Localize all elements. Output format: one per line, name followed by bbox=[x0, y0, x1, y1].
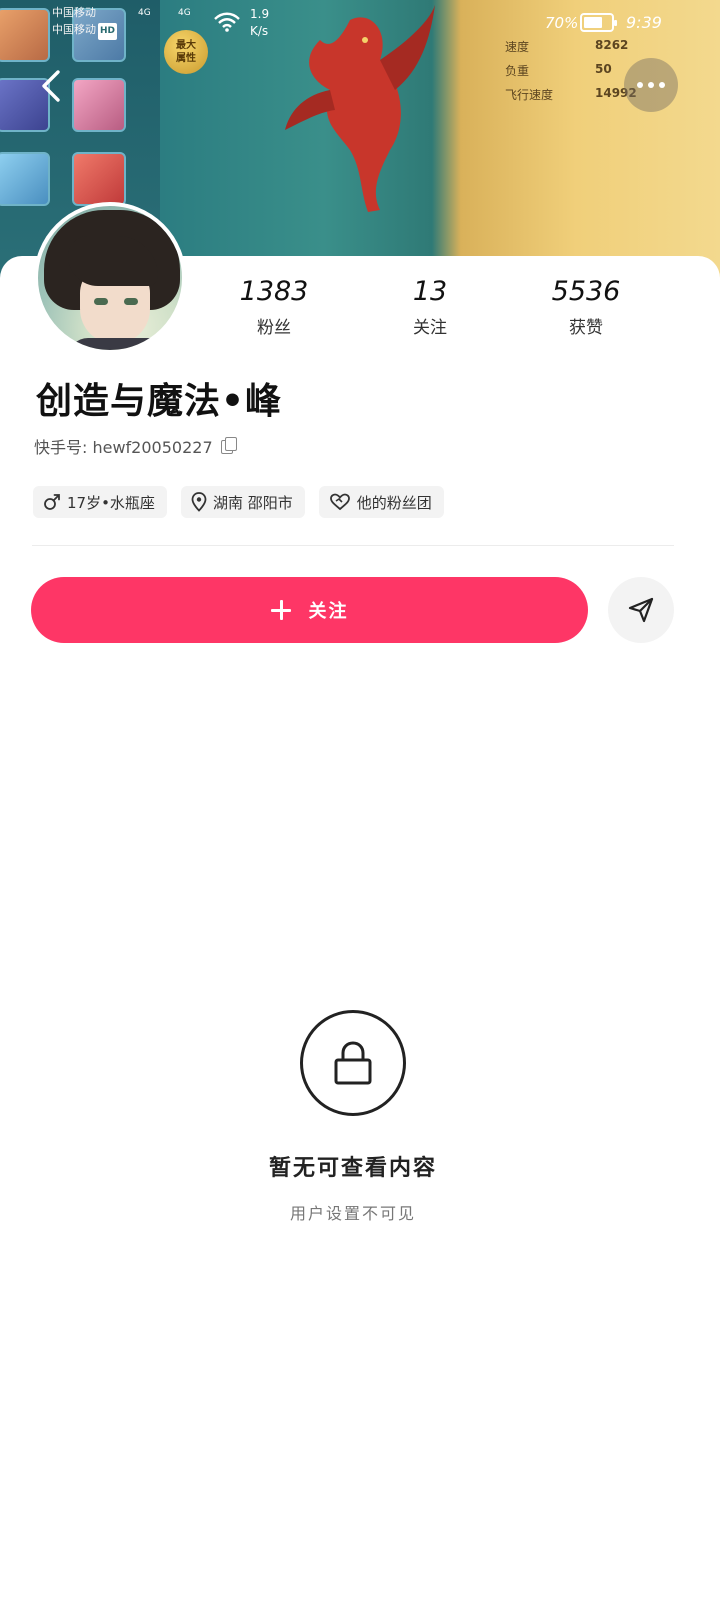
cover-badge-text: 属性 bbox=[176, 53, 196, 64]
location-text: 湖南 邵阳市 bbox=[212, 493, 293, 512]
profile-stats: 1383 粉丝 13 关注 5536 获赞 bbox=[214, 275, 694, 345]
profile-tags: 17岁•水瓶座 湖南 邵阳市 他的粉丝团 bbox=[33, 486, 444, 518]
age-zodiac-text: 17岁•水瓶座 bbox=[67, 493, 155, 512]
send-message-button[interactable] bbox=[608, 577, 674, 643]
avatar-eye bbox=[124, 298, 138, 305]
fans-stat[interactable]: 1383 粉丝 bbox=[214, 275, 334, 338]
location-tag: 湖南 邵阳市 bbox=[180, 486, 305, 518]
kwai-id: 快手号: hewf20050227 bbox=[34, 438, 213, 457]
battery-icon bbox=[580, 13, 617, 32]
lock-icon bbox=[334, 1041, 372, 1085]
copy-icon[interactable] bbox=[220, 437, 237, 455]
net-speed-unit: K/s bbox=[250, 24, 269, 38]
male-icon bbox=[44, 494, 60, 510]
clock: 9:39 bbox=[626, 13, 662, 32]
hd-badge: HD bbox=[98, 23, 118, 40]
avatar[interactable] bbox=[34, 202, 186, 354]
location-pin-icon bbox=[191, 492, 207, 512]
cover-tile bbox=[72, 152, 126, 206]
fan-group-tag[interactable]: 他的粉丝团 bbox=[318, 486, 444, 518]
divider bbox=[32, 545, 674, 546]
cover-stat: 飞行速度 14992 bbox=[505, 86, 637, 102]
follow-button[interactable]: 关注 bbox=[31, 577, 588, 643]
battery-percent: 70% bbox=[545, 14, 579, 32]
more-options-button[interactable] bbox=[624, 58, 678, 112]
net-speed-value: 1.9 bbox=[250, 7, 270, 21]
empty-state-subtitle: 用户设置不可见 bbox=[289, 1204, 416, 1223]
cover-tile bbox=[72, 78, 126, 132]
avatar-eye bbox=[94, 298, 108, 305]
likes-count: 5536 bbox=[551, 276, 621, 307]
status-bar: 中国移动 中国移动 HD 4G 4G 1.9 K/s 70% 9:39 bbox=[0, 0, 720, 46]
fan-group-text: 他的粉丝团 bbox=[356, 493, 432, 512]
wifi-icon bbox=[214, 12, 240, 32]
battery-fill bbox=[584, 17, 603, 28]
network-type: 4G bbox=[178, 8, 191, 18]
more-dot-icon bbox=[648, 82, 654, 88]
net-speed: 1.9 K/s bbox=[250, 6, 269, 40]
lock-circle bbox=[300, 1010, 406, 1116]
carrier-info: 中国移动 中国移动 HD bbox=[52, 4, 118, 40]
likes-label: 获赞 bbox=[569, 318, 603, 338]
fans-count: 1383 bbox=[239, 276, 309, 307]
following-stat[interactable]: 13 关注 bbox=[370, 275, 490, 338]
network-type: 4G bbox=[138, 8, 151, 18]
heart-handshake-icon bbox=[329, 493, 350, 511]
following-label: 关注 bbox=[413, 318, 447, 338]
following-count: 13 bbox=[412, 276, 448, 307]
carrier-name: 中国移动 bbox=[52, 6, 96, 19]
plus-icon bbox=[270, 600, 291, 620]
cover-tile bbox=[0, 152, 50, 206]
follow-button-label: 关注 bbox=[308, 601, 349, 622]
back-icon[interactable] bbox=[34, 66, 70, 106]
kwai-id-row: 快手号: hewf20050227 bbox=[34, 434, 237, 458]
more-dot-icon bbox=[659, 82, 665, 88]
send-icon bbox=[628, 597, 654, 623]
fans-label: 粉丝 bbox=[257, 318, 291, 338]
profile-page: 最大 属性 速度 8262 负重 50 飞行速度 14992 中国移动 中国移动 HD … bbox=[0, 0, 720, 1600]
likes-stat[interactable]: 5536 获赞 bbox=[526, 275, 646, 338]
age-zodiac-tag: 17岁•水瓶座 bbox=[33, 486, 167, 518]
carrier-name: 中国移动 bbox=[52, 23, 96, 36]
empty-state-title: 暂无可查看内容 bbox=[268, 1156, 437, 1181]
nickname: 创造与魔法•峰 bbox=[36, 381, 283, 422]
cover-stat: 负重 50 bbox=[505, 62, 612, 78]
more-dot-icon bbox=[637, 82, 643, 88]
